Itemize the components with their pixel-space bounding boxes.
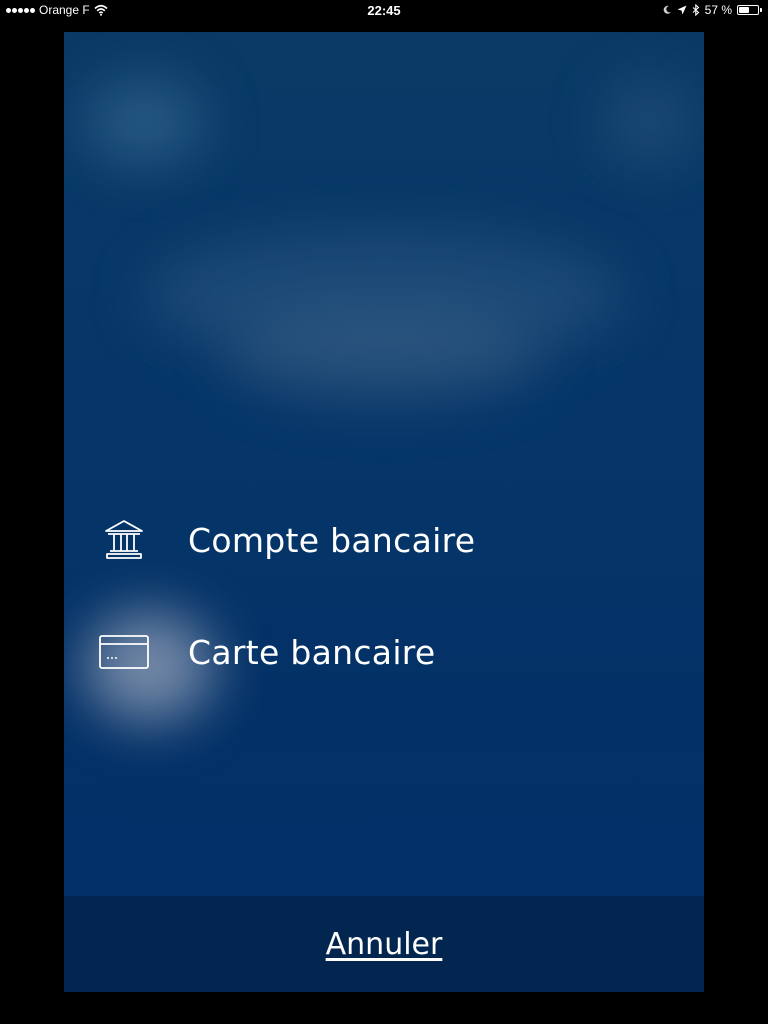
battery-tip (760, 8, 762, 12)
clock: 22:45 (367, 3, 401, 18)
status-right: 57 % (662, 3, 762, 17)
cancel-button[interactable]: Annuler (326, 927, 443, 962)
battery-fill (739, 7, 750, 13)
credit-card-icon (98, 628, 150, 676)
sheet-footer: Annuler (64, 896, 704, 992)
background-blur (144, 232, 624, 362)
payment-method-sheet: Compte bancaire Carte bancaire Annuler (64, 32, 704, 992)
background-blur (604, 82, 694, 162)
moon-icon (663, 5, 671, 14)
battery-icon (737, 5, 759, 15)
location-arrow-icon (677, 5, 687, 15)
background-blur (84, 82, 204, 162)
menu-item-bank-account[interactable]: Compte bancaire (64, 508, 704, 572)
bank-icon (98, 516, 150, 564)
menu-item-label: Compte bancaire (188, 520, 476, 560)
menu-item-credit-card[interactable]: Carte bancaire (64, 620, 704, 684)
bluetooth-icon (692, 4, 699, 16)
menu-item-label: Carte bancaire (188, 632, 436, 672)
battery-percent: 57 % (704, 3, 732, 17)
status-bar: Orange F 22:45 57 % (0, 0, 768, 22)
background-blur (224, 312, 544, 402)
